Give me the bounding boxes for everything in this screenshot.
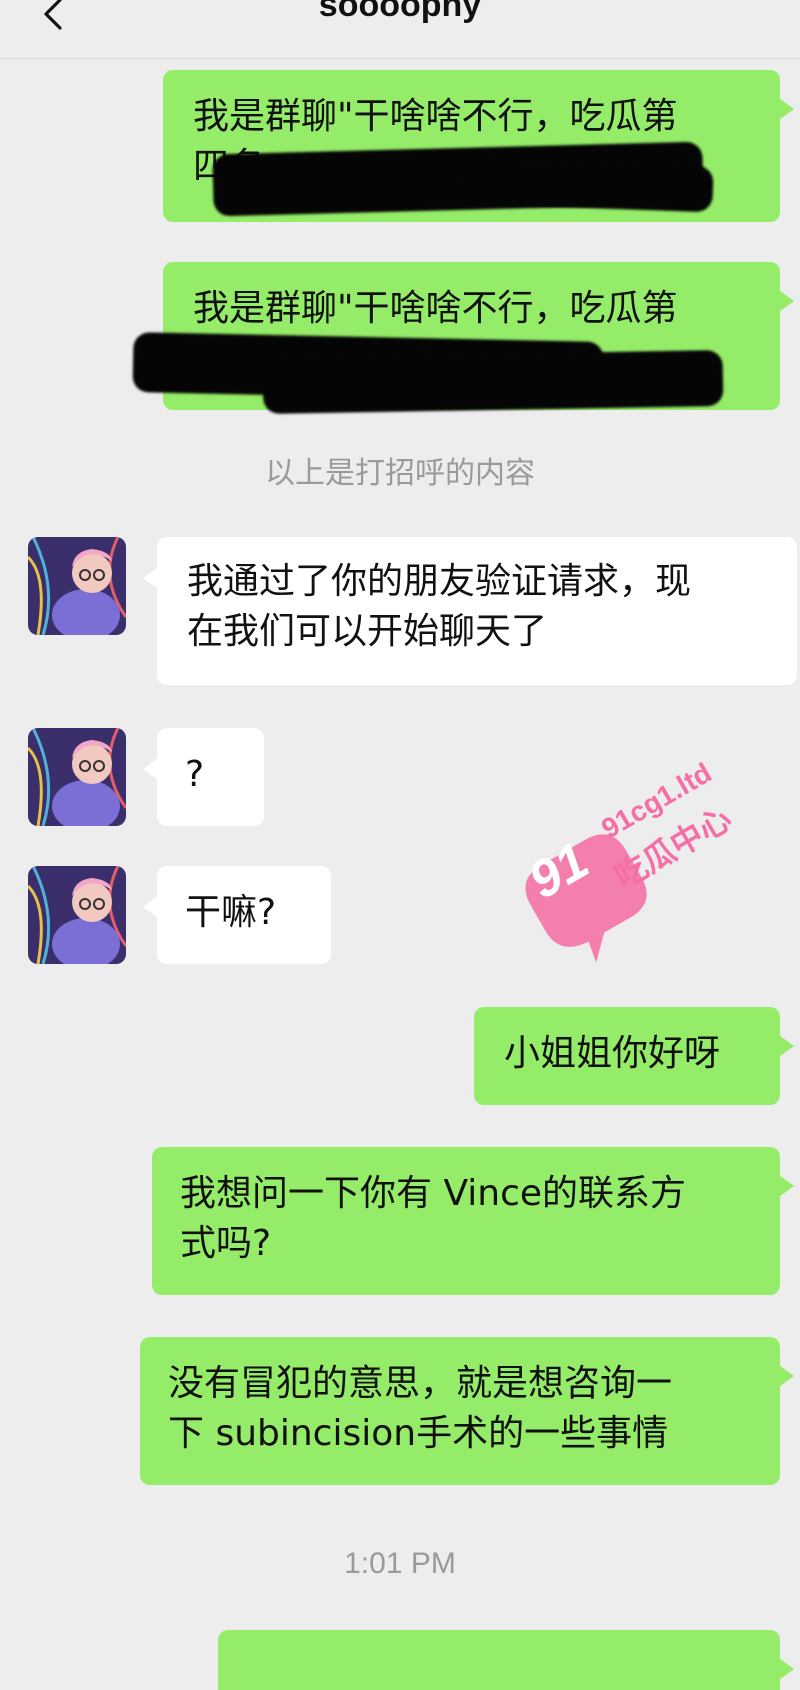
message-text: 干嘛? — [185, 892, 277, 933]
message-text: 我是群聊"干啥啥不行，吃瓜第 — [193, 288, 678, 329]
message-text: 我通过了你的朋友验证请求，现 在我们可以开始聊天了 — [187, 561, 692, 652]
redaction-mark — [262, 349, 724, 415]
watermark-logo-icon — [525, 834, 647, 963]
message-bubble-sent[interactable]: 我是群聊"干啥啥不行，吃瓜第 四名 — [163, 70, 794, 222]
message-bubble-received[interactable]: 我通过了你的朋友验证请求，现 在我们可以开始聊天了 — [143, 537, 797, 685]
chat-title: soooophy — [318, 0, 482, 24]
message-text: 小姐姐你好呀 — [504, 1033, 721, 1074]
watermark-label: 吃瓜中心 — [608, 799, 738, 897]
watermark-badge: 91 — [519, 831, 599, 911]
message-bubble-sent[interactable] — [218, 1630, 794, 1690]
chat-header: soooophy — [0, 0, 800, 59]
contact-avatar[interactable] — [28, 728, 126, 826]
message-text: 我想问一下你有 Vince的联系方 式吗? — [180, 1173, 687, 1264]
message-bubble-received[interactable]: 干嘛? — [143, 866, 331, 964]
redaction-mark — [462, 157, 714, 213]
message-text: ? — [185, 754, 205, 795]
message-text: 没有冒犯的意思，就是想咨询一 下 subincision手术的一些事情 — [168, 1363, 673, 1454]
message-bubble-sent[interactable]: 没有冒犯的意思，就是想咨询一 下 subincision手术的一些事情 — [140, 1337, 794, 1485]
greeting-note: 以上是打招呼的内容 — [265, 456, 535, 491]
avatar-image — [28, 728, 126, 826]
watermark: 91 91cg1.ltd 吃瓜中心 — [500, 745, 740, 975]
message-timestamp: 1:01 PM — [344, 1547, 456, 1580]
message-bubble-received[interactable]: ? — [143, 728, 264, 826]
contact-avatar[interactable] — [28, 866, 126, 964]
message-bubble-sent[interactable]: 我想问一下你有 Vince的联系方 式吗? — [152, 1147, 794, 1295]
watermark-domain: 91cg1.ltd — [596, 756, 717, 845]
contact-avatar[interactable] — [28, 537, 126, 635]
avatar-image — [28, 537, 126, 635]
message-bubble-sent[interactable]: 我是群聊"干啥啥不行，吃瓜第 — [132, 262, 794, 415]
avatar-image — [28, 866, 126, 964]
message-bubble-sent[interactable]: 小姐姐你好呀 — [474, 1007, 794, 1105]
